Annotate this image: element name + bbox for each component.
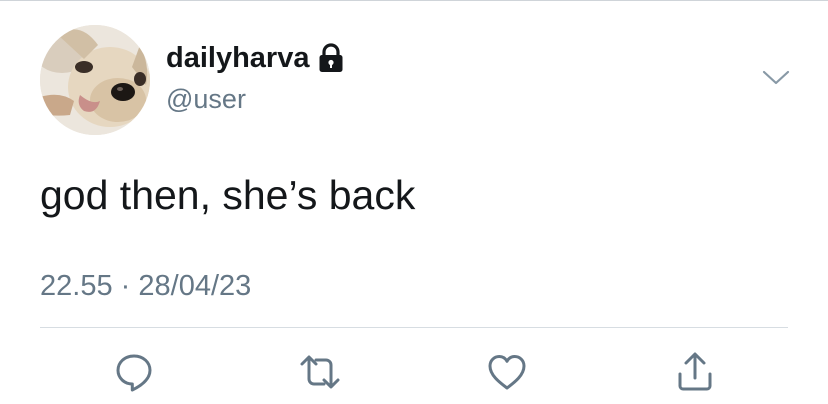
action-bar-divider (40, 327, 788, 328)
reply-icon (116, 354, 152, 392)
tweet-text: god then, she’s back (40, 172, 416, 218)
timestamp-separator: · (120, 270, 131, 302)
heart-icon (488, 355, 526, 390)
retweet-button[interactable] (298, 350, 342, 394)
top-border (0, 0, 828, 1)
lock-icon (318, 43, 344, 73)
tweet-time: 22.55 (40, 270, 113, 302)
chevron-down-icon[interactable] (760, 64, 792, 90)
display-name-text: dailyharva (166, 42, 310, 74)
like-button[interactable] (485, 350, 529, 394)
avatar[interactable] (40, 25, 150, 135)
retweet-icon (300, 355, 340, 389)
display-name[interactable]: dailyharva (166, 40, 344, 76)
reply-button[interactable] (112, 350, 156, 394)
avatar-dog-image (40, 25, 150, 135)
user-handle[interactable]: @user (166, 82, 246, 116)
tweet-date: 28/04/23 (138, 270, 252, 302)
share-icon (678, 352, 712, 391)
share-button[interactable] (673, 350, 717, 394)
timestamp[interactable]: 22.55 · 28/04/23 (40, 268, 251, 304)
